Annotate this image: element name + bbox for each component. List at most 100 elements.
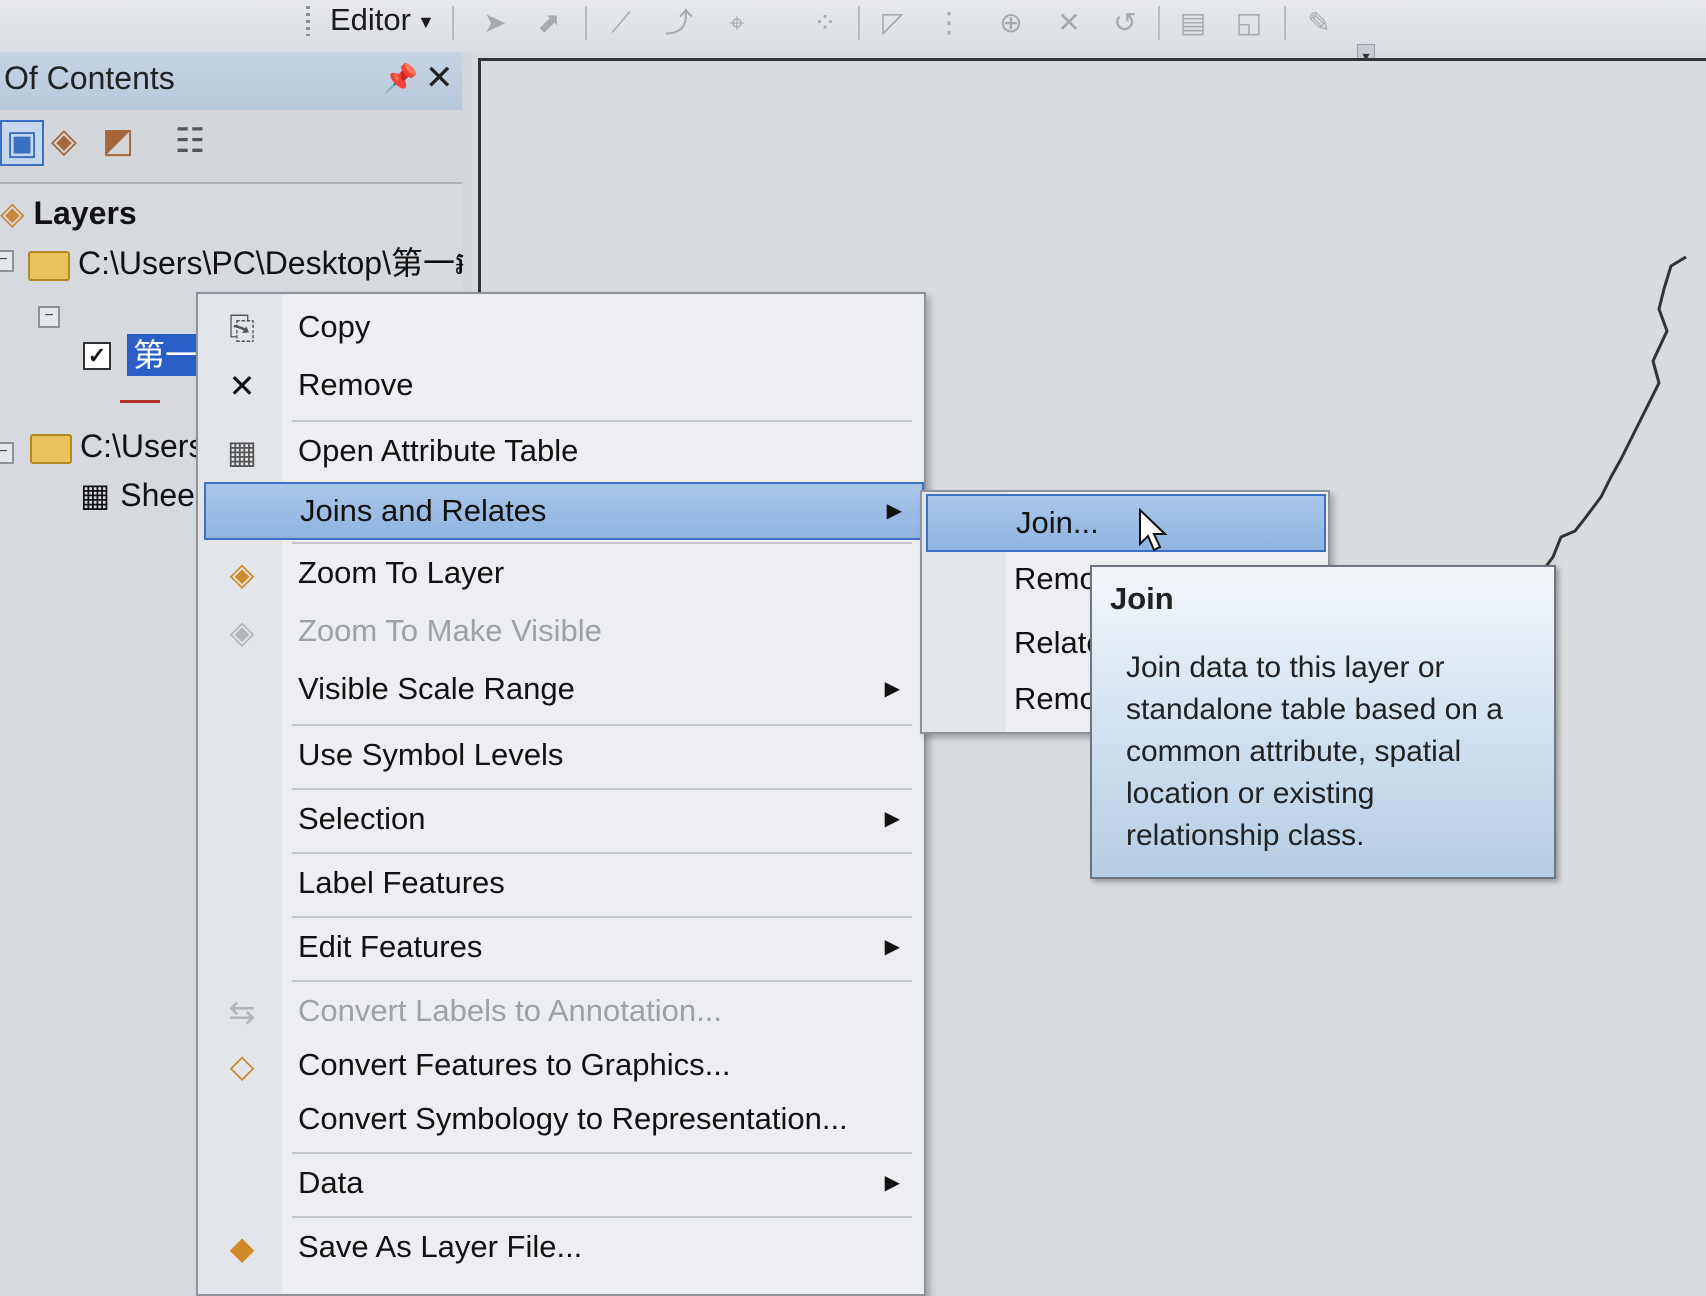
toolbar-separator: [858, 6, 860, 40]
menu-item-label: Joins and Relates: [300, 493, 547, 528]
menu-separator: [292, 980, 912, 982]
menu-item-save-as-layer-file[interactable]: ◆ Save As Layer File...: [204, 1220, 920, 1274]
menu-item-visible-scale-range[interactable]: Visible Scale Range ▶: [204, 662, 920, 716]
trace-icon[interactable]: ⌖: [720, 6, 754, 40]
editor-options-icon[interactable]: ✎: [1302, 6, 1336, 40]
zoom-visible-icon: ◈: [229, 613, 255, 651]
menu-item-label: Convert Labels to Annotation...: [298, 993, 722, 1028]
menu-item-label: Zoom To Make Visible: [298, 613, 602, 648]
zoom-layer-icon: ◈: [229, 555, 255, 593]
layers-root-label: Layers: [33, 195, 137, 231]
editor-menu-label: Editor: [330, 2, 411, 37]
join-tooltip: Join Join data to this layer or standalo…: [1090, 565, 1556, 879]
folder-row-1[interactable]: C:\Users\PC\Desktop\第一៛: [28, 238, 465, 290]
submenu-arrow-icon: ▶: [886, 500, 902, 522]
toc-title: Of Contents: [4, 60, 175, 96]
convert-labels-icon: ⇆: [228, 993, 256, 1031]
rotate-icon[interactable]: ↺: [1108, 6, 1142, 40]
menu-item-label: Zoom To Layer: [298, 555, 505, 590]
menu-item-convert-symbology[interactable]: Convert Symbology to Representation...: [204, 1092, 920, 1146]
submenu-arrow-icon: ▶: [884, 678, 900, 700]
menu-item-use-symbol-levels[interactable]: Use Symbol Levels: [204, 728, 920, 782]
menu-item-label: Convert Symbology to Representation...: [298, 1101, 848, 1136]
menu-separator: [292, 724, 912, 726]
edit-vertices-icon[interactable]: ◸: [876, 6, 910, 40]
toc-toolbar: ▣ ◈ ◩ ☷: [0, 114, 462, 170]
menu-item-label: Remove: [298, 367, 414, 402]
menu-item-convert-labels[interactable]: ⇆ Convert Labels to Annotation...: [204, 984, 920, 1038]
table-icon: ▦: [80, 476, 111, 514]
menu-separator: [292, 1216, 912, 1218]
menu-item-label: Visible Scale Range: [298, 671, 575, 706]
tooltip-title: Join: [1110, 581, 1174, 616]
close-icon[interactable]: ✕: [425, 58, 454, 98]
straight-segment-icon[interactable]: ⟋: [604, 6, 638, 40]
submenu-item-join[interactable]: Join...: [926, 494, 1326, 552]
attributes-icon[interactable]: ▤: [1176, 6, 1210, 40]
layer-file-icon: ◆: [229, 1229, 255, 1267]
menu-separator: [292, 852, 912, 854]
menu-separator: [292, 788, 912, 790]
toolbar-grip[interactable]: [306, 6, 310, 36]
toolbar-separator: [585, 6, 587, 40]
menu-item-label: Save As Layer File...: [298, 1229, 583, 1264]
list-by-source-icon[interactable]: ◈: [44, 120, 84, 162]
toc-title-bar: Of Contents 📌 ✕: [0, 52, 462, 110]
edit-annotation-icon[interactable]: ⬈: [532, 6, 566, 40]
menu-item-data[interactable]: Data ▶: [204, 1156, 920, 1210]
editor-toolbar: Editor ▼ ➤ ⬈ ⟋ ⤴ ⌖ ⁘ ◸ ⋮ ⊕ ✕ ↺ ▤ ◱ ✎ ▾: [0, 0, 1706, 72]
submenu-item-label: Join...: [1016, 505, 1099, 540]
folder-icon: [30, 433, 72, 464]
edit-tool-icon[interactable]: ➤: [478, 6, 512, 40]
menu-item-zoom-to-layer[interactable]: ◈ Zoom To Layer: [204, 546, 920, 600]
layer-name-selected[interactable]: 第一: [127, 334, 204, 376]
options-icon[interactable]: ☷: [170, 120, 210, 162]
menu-item-label-features[interactable]: Label Features: [204, 856, 920, 910]
collapse-icon[interactable]: −: [0, 442, 14, 464]
menu-separator: [292, 542, 912, 544]
menu-item-zoom-to-make-visible[interactable]: ◈ Zoom To Make Visible: [204, 604, 920, 658]
menu-item-joins-and-relates[interactable]: Joins and Relates ▶: [204, 482, 924, 540]
menu-item-selection[interactable]: Selection ▶: [204, 792, 920, 846]
list-by-drawing-order-icon[interactable]: ▣: [0, 120, 44, 166]
list-by-visibility-icon[interactable]: ◩: [98, 120, 138, 162]
collapse-icon[interactable]: −: [38, 306, 60, 328]
toolbar-separator: [1158, 6, 1160, 40]
menu-item-convert-features-to-graphics[interactable]: ◇ Convert Features to Graphics...: [204, 1038, 920, 1092]
sketch-properties-icon[interactable]: ◱: [1232, 6, 1266, 40]
editor-menu-button[interactable]: Editor ▼: [330, 0, 435, 40]
menu-item-remove[interactable]: ✕ Remove: [204, 358, 920, 412]
reshape-icon[interactable]: ⋮: [932, 6, 966, 40]
toolbar-separator: [1284, 6, 1286, 40]
folder-icon: [28, 250, 70, 281]
submenu-arrow-icon: ▶: [884, 808, 900, 830]
menu-item-label: Edit Features: [298, 929, 483, 964]
end-point-arc-icon[interactable]: ⤴: [662, 6, 696, 40]
menu-item-label: Label Features: [298, 865, 505, 900]
menu-separator: [292, 916, 912, 918]
submenu-item-label: Remo: [1014, 561, 1097, 596]
line-symbol[interactable]: [120, 400, 160, 403]
layer-visibility-checkbox[interactable]: ✓: [83, 342, 111, 370]
submenu-item-label: Remo: [1014, 681, 1097, 716]
menu-separator: [292, 420, 912, 422]
menu-item-open-attribute-table[interactable]: ▦ Open Attribute Table: [204, 424, 920, 478]
toolbar-separator: [452, 6, 454, 40]
point-icon[interactable]: ⁘: [808, 6, 842, 40]
layers-root[interactable]: ◈ Layers: [0, 194, 137, 232]
menu-item-copy[interactable]: ⎘ Copy: [204, 300, 920, 354]
split-icon[interactable]: ✕: [1052, 6, 1086, 40]
layers-icon: ◈: [0, 194, 25, 232]
menu-item-label: Copy: [298, 309, 371, 344]
folder-path-label: C:\Users\PC\Desktop\第一៛: [78, 245, 466, 281]
menu-item-label: Use Symbol Levels: [298, 737, 564, 772]
cut-polygons-icon[interactable]: ⊕: [994, 6, 1028, 40]
collapse-icon[interactable]: −: [0, 250, 14, 272]
menu-item-edit-features[interactable]: Edit Features ▶: [204, 920, 920, 974]
menu-item-label: Convert Features to Graphics...: [298, 1047, 731, 1082]
table-row[interactable]: ▦ Shee: [80, 476, 195, 514]
copy-icon: ⎘: [229, 309, 255, 347]
table-name-label: Shee: [120, 477, 195, 513]
pin-icon[interactable]: 📌: [383, 62, 418, 95]
folder-row-2[interactable]: C:\Users: [30, 428, 204, 465]
